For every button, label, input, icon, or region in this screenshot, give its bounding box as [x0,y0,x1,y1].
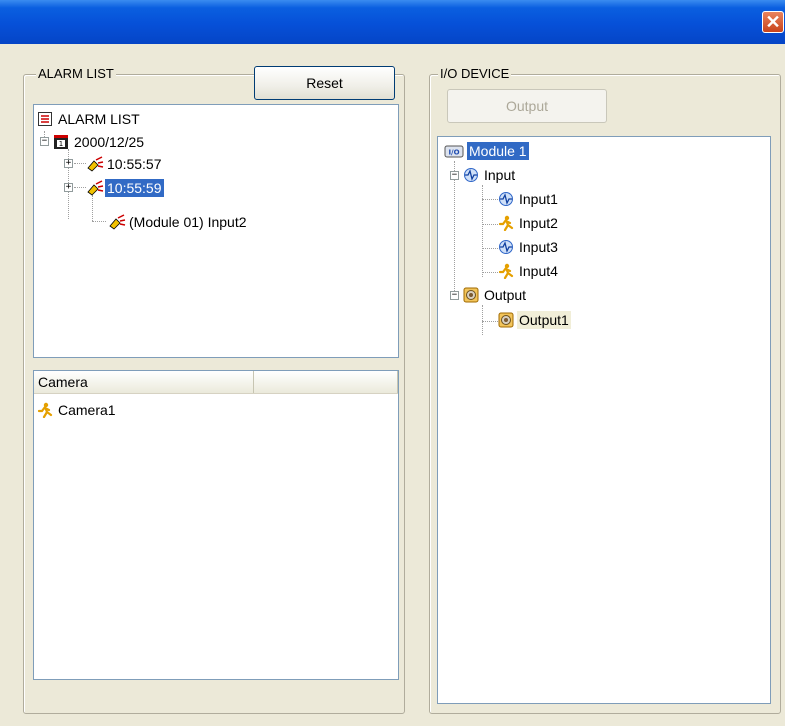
signal-wave-icon [463,167,479,183]
expander-output-group[interactable]: − [450,291,459,300]
expander-input-group[interactable]: − [450,171,459,180]
list-item[interactable]: Camera1 [37,400,118,420]
tree-label-input3: Input3 [519,239,558,255]
running-person-icon [37,402,53,419]
tree-label-input4: Input4 [519,263,558,279]
io-module-badge: I/O [448,149,459,157]
speaker-icon [498,312,514,328]
tree-node-event2-child[interactable]: (Module 01) Input2 [108,212,249,232]
signal-wave-icon [498,239,514,255]
output-button[interactable]: Output [447,89,607,123]
dialog-body: ALARM LIST Reset ALARM LIST − 1 2000/12/… [9,44,785,714]
title-bar: ✕ [0,0,785,44]
expander-event1[interactable]: + [64,159,73,168]
tree-label-date: 2000/12/25 [74,134,145,150]
tree-node-input3[interactable]: Input3 [498,237,560,257]
tree-node-date[interactable]: 1 2000/12/25 [53,132,146,152]
tree-node-event2[interactable]: 10:55:59 [86,178,164,198]
expander-date[interactable]: − [40,137,49,146]
signal-wave-icon [498,191,514,207]
reset-button[interactable]: Reset [254,66,395,100]
speaker-icon [463,287,479,303]
tree-label-input1: Input1 [519,191,558,207]
tree-node-event1[interactable]: 10:55:57 [86,154,164,174]
tree-node-module[interactable]: I/O Module 1 [444,141,529,161]
tree-node-output-group[interactable]: Output [463,285,528,305]
tree-label-output-group: Output [484,287,527,303]
column-header-camera[interactable]: Camera [34,371,254,393]
io-device-group-title: I/O DEVICE [438,66,512,81]
tree-node-input2[interactable]: Input2 [498,213,560,233]
alarm-plug-icon [86,156,104,172]
tree-node-output1[interactable]: Output1 [498,310,571,330]
tree-node-input4[interactable]: Input4 [498,261,560,281]
io-module-icon: I/O [444,143,464,159]
alarm-tree-panel[interactable]: ALARM LIST − 1 2000/12/25 + 10:55:57 + 1… [33,104,399,358]
svg-text:1: 1 [59,140,63,148]
running-person-icon [498,263,514,280]
tree-node-input-group[interactable]: Input [463,165,517,185]
tree-label-event2: 10:55:59 [105,179,164,197]
tree-label-event1: 10:55:57 [107,156,162,172]
tree-label-input2: Input2 [519,215,558,231]
tree-label-input-group: Input [484,167,516,183]
camera-list-header: Camera [34,371,398,394]
running-person-icon [498,215,514,232]
tree-label-event2-child: (Module 01) Input2 [129,214,247,230]
list-icon [37,111,53,127]
tree-label-module: Module 1 [467,142,529,160]
column-header-blank[interactable] [254,371,398,393]
alarm-plug-icon [86,180,104,196]
tree-node-input1[interactable]: Input1 [498,189,560,209]
tree-node-alarm-root[interactable]: ALARM LIST [37,109,142,129]
alarm-list-group-title: ALARM LIST [36,66,116,81]
expander-event2[interactable]: + [64,183,73,192]
io-tree-panel[interactable]: I/O Module 1 − Input Input1 Input2 Input… [437,136,771,704]
camera-row-label: Camera1 [58,402,116,418]
tree-label-output1: Output1 [517,311,571,329]
tree-label-alarm-root: ALARM LIST [58,111,140,127]
close-icon: ✕ [765,12,781,32]
camera-list-panel[interactable]: Camera Camera1 [33,370,399,680]
calendar-icon: 1 [53,134,69,150]
alarm-plug-icon [108,214,126,230]
close-button[interactable]: ✕ [762,11,784,33]
